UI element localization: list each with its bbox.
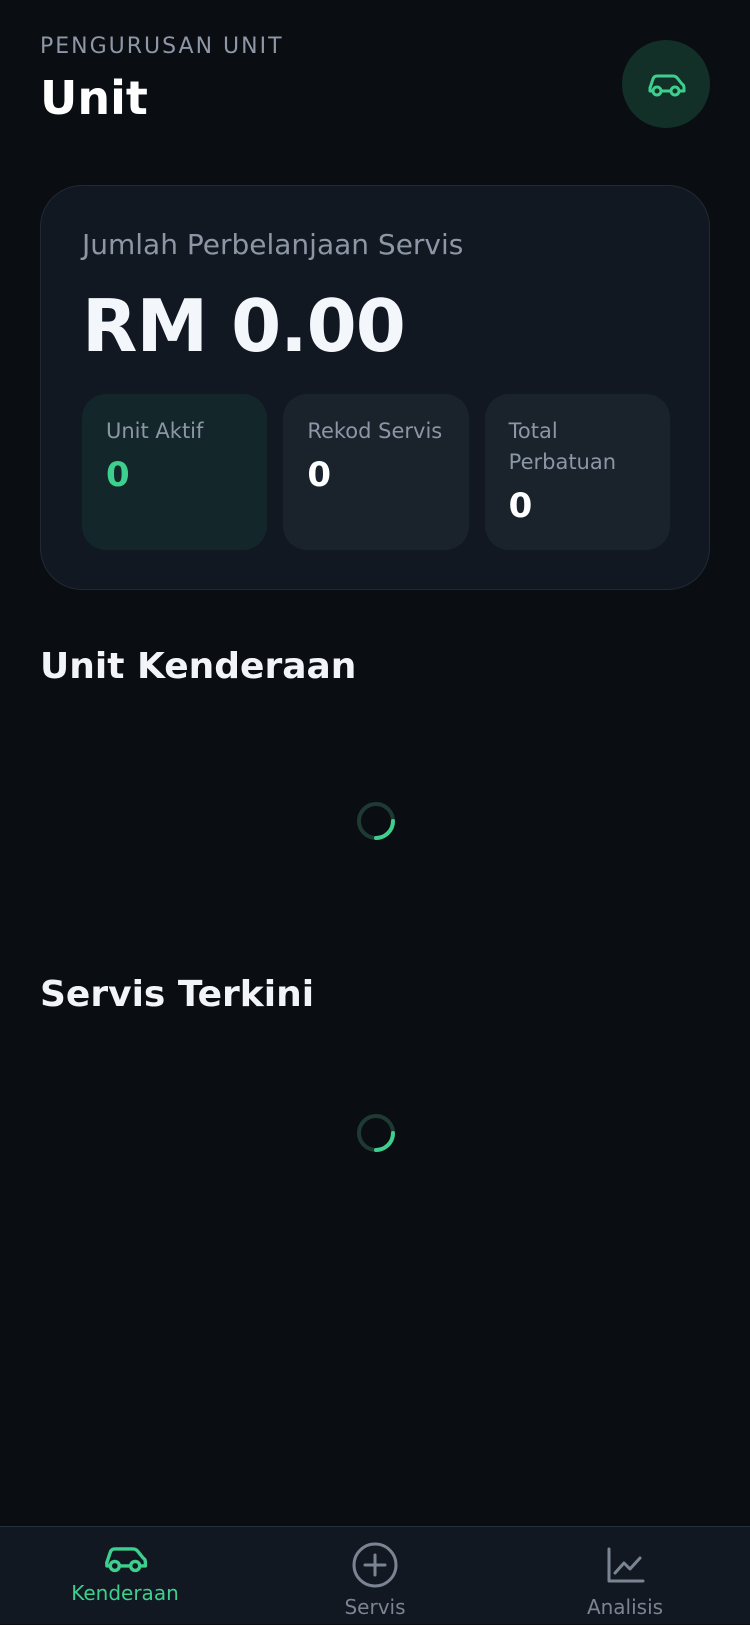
total-mileage-value: 0	[508, 486, 533, 526]
page-header: PENGURUSAN UNIT Unit	[40, 32, 710, 142]
car-icon	[648, 74, 686, 97]
car-icon-button[interactable]	[622, 40, 710, 128]
bottom-navigation: Kenderaan Servis Analisis	[0, 1526, 750, 1624]
loading-spinner-icon	[357, 802, 395, 840]
plus-circle-icon	[352, 1542, 398, 1588]
page-title: Unit	[40, 71, 148, 125]
nav-vehicles-label: Kenderaan	[71, 1581, 179, 1605]
page-eyebrow: PENGURUSAN UNIT	[40, 34, 284, 59]
service-spending-card: Jumlah Perbelanjaan Servis RM 0.00 Unit …	[40, 185, 710, 590]
nav-service-label: Servis	[344, 1595, 406, 1619]
active-units-value: 0	[106, 455, 130, 495]
service-spending-label: Jumlah Perbelanjaan Servis	[82, 228, 464, 261]
service-records-stat: Rekod Servis 0	[283, 394, 469, 550]
active-units-label: Unit Aktif	[106, 419, 204, 443]
total-mileage-stat: Total Perbatuan 0	[484, 394, 670, 550]
vehicle-units-title: Unit Kenderaan	[40, 646, 357, 687]
chart-icon	[607, 1547, 645, 1583]
nav-vehicles[interactable]: Kenderaan	[35, 1541, 215, 1625]
car-icon	[105, 1547, 148, 1573]
nav-analysis[interactable]: Analisis	[535, 1541, 715, 1625]
active-units-stat: Unit Aktif 0	[82, 394, 268, 550]
service-records-value: 0	[307, 455, 331, 495]
recent-services-title: Servis Terkini	[40, 974, 315, 1015]
nav-analysis-label: Analisis	[586, 1595, 664, 1619]
nav-service[interactable]: Servis	[285, 1541, 465, 1625]
summary-stats: Unit Aktif 0 Rekod Servis 0 Total Perbat…	[82, 394, 670, 550]
service-spending-value: RM 0.00	[82, 284, 406, 368]
loading-spinner-icon	[357, 1114, 395, 1152]
service-records-label: Rekod Servis	[307, 419, 443, 443]
total-mileage-label: Total Perbatuan	[508, 419, 617, 474]
